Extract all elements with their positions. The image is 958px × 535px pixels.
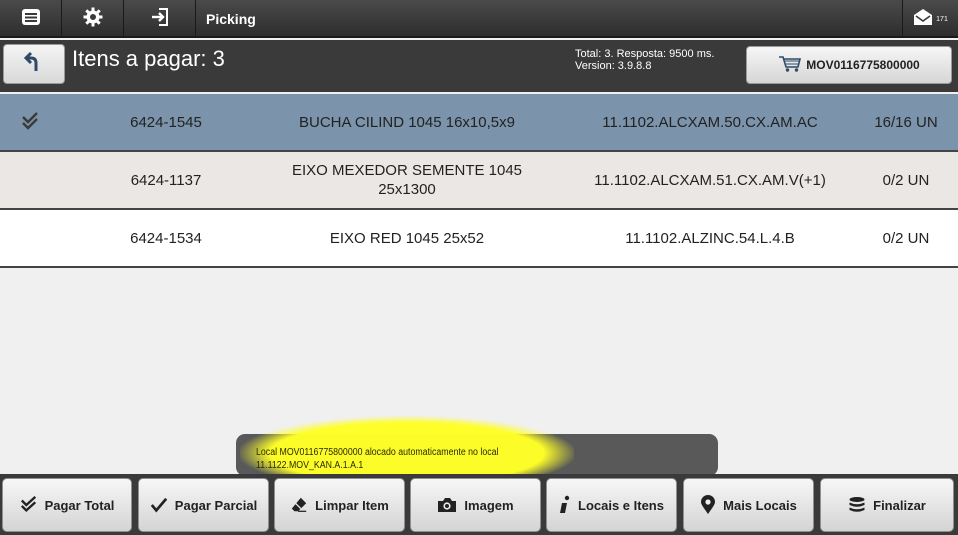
- cart-icon: [778, 55, 802, 76]
- sign-in-icon: [150, 7, 170, 32]
- top-toolbar: Picking 171: [0, 0, 958, 38]
- messages-button[interactable]: 171: [902, 0, 958, 38]
- eraser-icon: [290, 496, 308, 514]
- item-description: EIXO MEXEDOR SEMENTE 1045 25x1300: [291, 162, 523, 198]
- table-row[interactable]: 6424-1545 BUCHA CILIND 1045 16x10,5x9 11…: [0, 94, 958, 152]
- page-header: Itens a pagar: 3 Total: 3. Resposta: 950…: [0, 40, 958, 92]
- table-row[interactable]: 6424-1534 EIXO RED 1045 25x52 11.1102.AL…: [0, 210, 958, 268]
- clear-item-button[interactable]: Limpar Item: [274, 478, 405, 532]
- mail-icon: [913, 8, 933, 31]
- camera-icon: [437, 497, 457, 513]
- image-label: Imagem: [464, 497, 514, 513]
- gear-icon: [83, 7, 103, 32]
- more-locations-label: Mais Locais: [723, 497, 797, 513]
- item-code: 6424-1137: [130, 171, 202, 189]
- item-description: EIXO RED 1045 25x52: [329, 229, 485, 247]
- page-title: Itens a pagar: 3: [72, 46, 225, 71]
- finish-button[interactable]: Finalizar: [820, 478, 954, 532]
- item-code: 6424-1545: [130, 113, 202, 131]
- item-quantity: 16/16 UN: [874, 113, 938, 131]
- item-code: 6424-1534: [130, 229, 202, 247]
- version-text: Version: 3.9.8.8: [575, 60, 652, 72]
- item-location: 11.1102.ALZINC.54.L.4.B: [625, 229, 795, 247]
- items-table: 6424-1545 BUCHA CILIND 1045 16x10,5x9 11…: [0, 94, 958, 268]
- total-info: Total: 3. Resposta: 9500 ms. Version: 3.…: [575, 48, 714, 72]
- toast-message: Local MOV0116775800000 alocado automatic…: [256, 446, 573, 472]
- total-response-text: Total: 3. Resposta: 9500 ms.: [575, 48, 715, 60]
- undo-arrow-icon: [23, 51, 45, 78]
- item-check: [8, 210, 52, 266]
- toast-line-1: Local MOV0116775800000 alocado automatic…: [256, 447, 499, 458]
- item-quantity: 0/2 UN: [882, 229, 930, 247]
- locations-items-label: Locais e Itens: [578, 497, 664, 513]
- cart-label: MOV0116775800000: [806, 58, 920, 72]
- back-button[interactable]: [3, 44, 65, 84]
- item-check: [8, 152, 52, 208]
- menu-icon: [21, 8, 41, 31]
- pay-total-label: Pagar Total: [44, 497, 115, 513]
- cart-button[interactable]: MOV0116775800000: [746, 46, 952, 84]
- action-bar: Pagar Total Pagar Parcial Limpar Item Im…: [0, 474, 958, 535]
- clear-item-label: Limpar Item: [315, 497, 389, 513]
- menu-button[interactable]: [0, 0, 62, 38]
- item-description: BUCHA CILIND 1045 16x10,5x9: [299, 113, 515, 131]
- pay-total-button[interactable]: Pagar Total: [2, 478, 132, 532]
- double-check-icon: [8, 94, 52, 150]
- settings-button[interactable]: [62, 0, 124, 38]
- pay-partial-label: Pagar Parcial: [174, 497, 258, 513]
- map-pin-icon: [700, 495, 716, 515]
- image-button[interactable]: Imagem: [410, 478, 541, 532]
- check-icon: [150, 496, 168, 514]
- more-locations-button[interactable]: Mais Locais: [683, 478, 814, 532]
- database-icon: [848, 496, 866, 514]
- double-check-icon: [20, 496, 38, 514]
- login-button[interactable]: [124, 0, 196, 38]
- toast-line-2: 11.1122.MOV_KAN.A.1.A.1: [256, 460, 364, 471]
- table-row[interactable]: 6424-1137 EIXO MEXEDOR SEMENTE 1045 25x1…: [0, 152, 958, 210]
- locations-items-button[interactable]: Locais e Itens: [546, 478, 677, 532]
- pay-partial-button[interactable]: Pagar Parcial: [138, 478, 269, 532]
- finish-label: Finalizar: [873, 497, 926, 513]
- item-location: 11.1102.ALCXAM.51.CX.AM.V(+1): [594, 171, 826, 189]
- item-quantity: 0/2 UN: [882, 171, 930, 189]
- message-count-badge: 171: [936, 15, 948, 23]
- info-icon: [559, 495, 571, 515]
- app-title: Picking: [206, 11, 256, 27]
- item-location: 11.1102.ALCXAM.50.CX.AM.AC: [602, 113, 818, 131]
